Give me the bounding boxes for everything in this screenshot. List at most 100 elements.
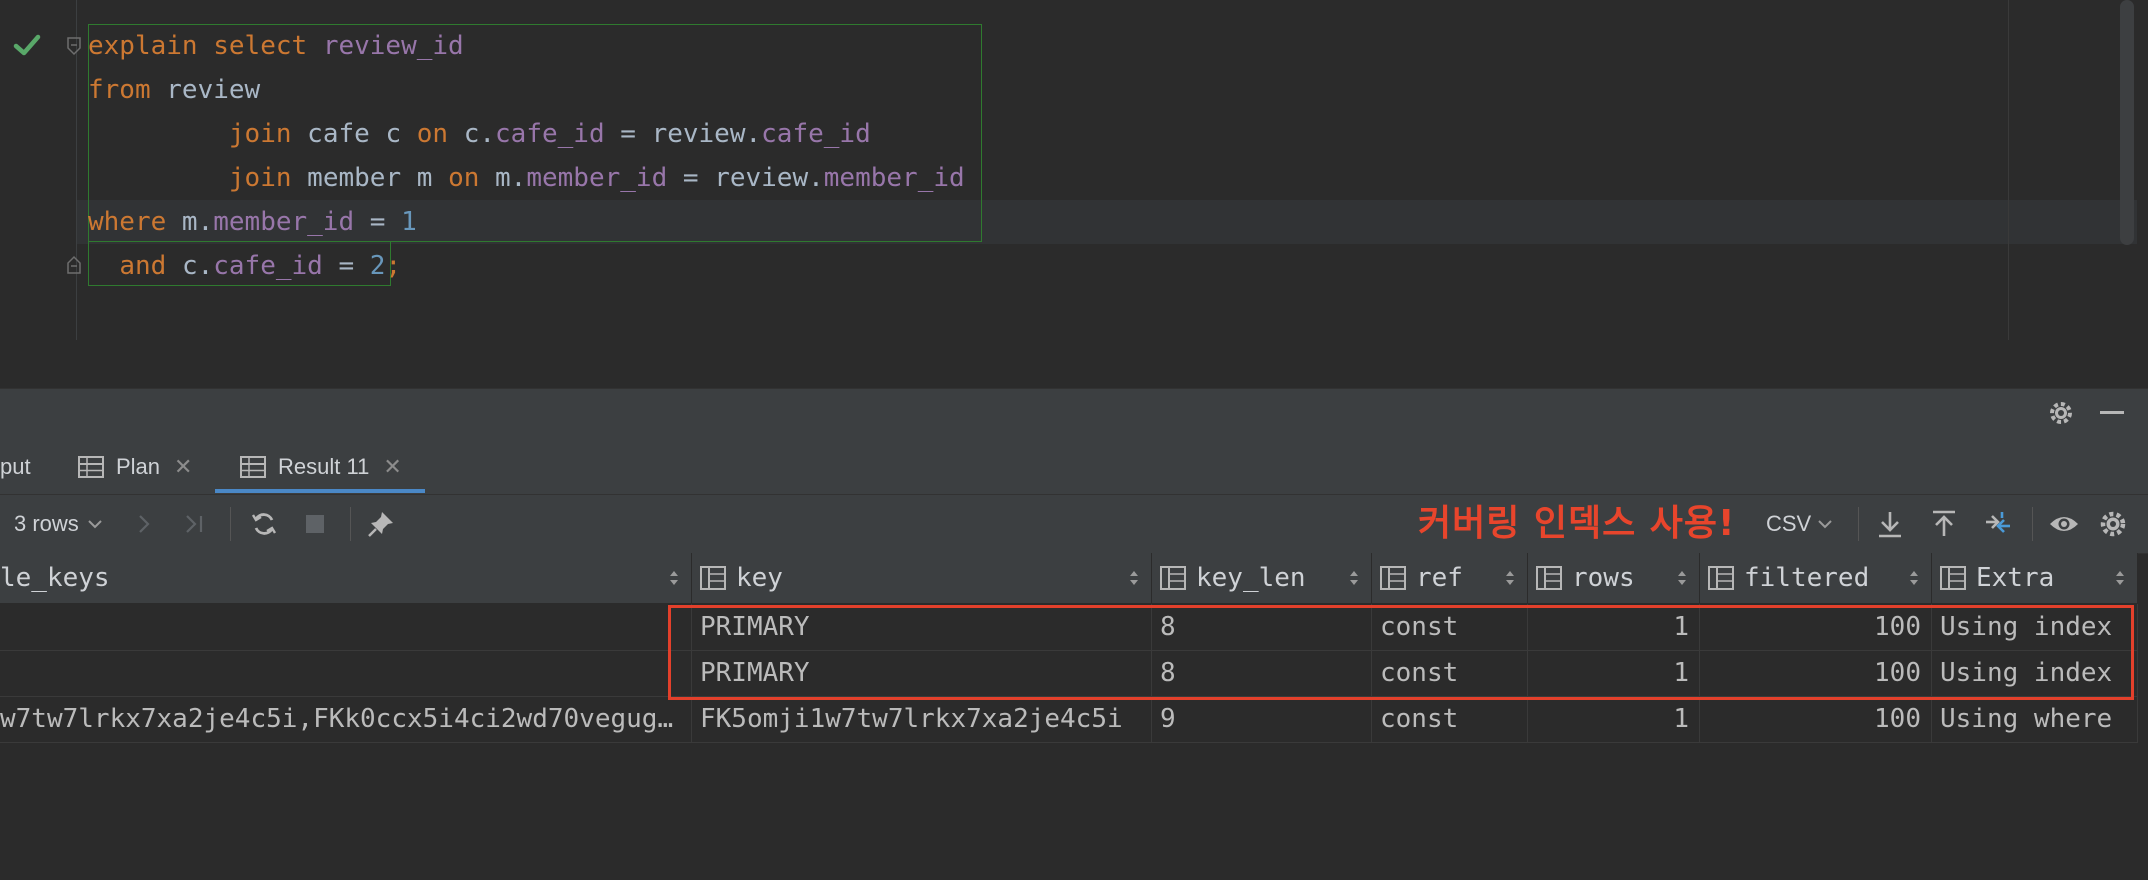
tab-output[interactable]: put <box>0 440 31 494</box>
code-token: c. <box>463 119 496 149</box>
result-toolbar: 3 rows CSV <box>0 495 2148 554</box>
gear-icon <box>2100 511 2126 537</box>
toolbar-separator <box>350 507 351 541</box>
chevron-down-icon <box>1818 520 1832 529</box>
column-icon <box>1708 566 1734 590</box>
upload-button[interactable] <box>1930 495 1958 553</box>
settings-button[interactable] <box>2098 495 2128 553</box>
code-token: = <box>354 207 402 237</box>
column-header-ref[interactable]: ref <box>1372 553 1528 603</box>
column-header-key[interactable]: key <box>692 553 1152 603</box>
annotation-text: 커버링 인덱스 사용! <box>1418 503 1736 544</box>
code-line[interactable]: and c.cafe_id = 2; <box>88 244 401 288</box>
code-token: where <box>88 207 182 237</box>
column-header-filtered[interactable]: filtered <box>1700 553 1932 603</box>
sort-icon[interactable] <box>2115 567 2125 589</box>
code-line[interactable]: where m.member_id = 1 <box>88 200 417 244</box>
table-cell[interactable]: 9 <box>1152 696 1372 742</box>
active-tab-indicator <box>215 489 425 493</box>
column-header-rows[interactable]: rows <box>1528 553 1700 603</box>
sort-icon[interactable] <box>1677 567 1687 589</box>
column-icon <box>1380 566 1406 590</box>
last-page-icon <box>186 515 203 533</box>
code-token: explain <box>88 31 214 61</box>
gear-icon[interactable] <box>2046 398 2076 428</box>
result-tabs: put Plan ✕ Result 11 ✕ <box>0 440 2148 495</box>
rows-count-dropdown[interactable]: 3 rows <box>14 495 103 553</box>
code-token: member_id <box>526 163 668 193</box>
column-header-label: le_keys <box>0 563 110 593</box>
sort-icon[interactable] <box>1129 567 1139 589</box>
column-header-key-len[interactable]: key_len <box>1152 553 1372 603</box>
code-token: = <box>322 251 370 281</box>
code-token: on <box>448 163 496 193</box>
rows-count-label: 3 rows <box>14 511 79 536</box>
column-icon <box>1160 566 1186 590</box>
refresh-button[interactable] <box>250 495 278 553</box>
sort-icon[interactable] <box>1349 567 1359 589</box>
code-token: m. <box>495 163 527 193</box>
eye-icon <box>2050 517 2078 531</box>
sort-icon[interactable] <box>1505 567 1515 589</box>
column-header-label: key <box>736 563 783 593</box>
compare-button[interactable] <box>1982 495 2014 553</box>
close-icon[interactable]: ✕ <box>174 454 192 480</box>
code-line[interactable]: explain select review_id <box>88 24 464 68</box>
table-cell[interactable]: Using where <box>1932 696 2138 742</box>
export-format-dropdown[interactable]: CSV <box>1766 495 1833 553</box>
tab-plan[interactable]: Plan ✕ <box>78 440 192 494</box>
view-button[interactable] <box>2048 495 2080 553</box>
column-header-label: filtered <box>1744 563 1870 593</box>
column-icon <box>1536 566 1562 590</box>
table-icon <box>240 456 266 478</box>
sort-icon[interactable] <box>1909 567 1919 589</box>
editor-scrollbar[interactable] <box>2120 0 2134 245</box>
code-token: cafe_id <box>213 251 323 281</box>
table-cell[interactable]: 100 <box>1700 696 1932 742</box>
code-line[interactable]: from review <box>88 68 260 112</box>
code-line[interactable]: join cafe c on c.cafe_id = review.cafe_i… <box>88 112 871 156</box>
table-cell[interactable] <box>0 650 692 696</box>
table-cell[interactable] <box>0 604 692 650</box>
column-header-extra[interactable]: Extra <box>1932 553 2138 603</box>
table-cell[interactable]: w7tw7lrkx7xa2je4c5i,FKk0ccx5i4ci2wd70veg… <box>0 696 692 742</box>
download-button[interactable] <box>1876 495 1904 553</box>
table-icon <box>78 456 104 478</box>
code-token: member_id <box>213 207 355 237</box>
column-header-label: Extra <box>1976 563 2055 593</box>
table-cell[interactable]: const <box>1372 696 1528 742</box>
minimize-icon[interactable] <box>2100 411 2124 414</box>
tab-result[interactable]: Result 11 ✕ <box>240 440 402 494</box>
sql-editor[interactable]: explain select review_id from review join… <box>0 0 2148 340</box>
code-token: ; <box>385 251 402 281</box>
tab-result-label: Result 11 <box>278 454 370 479</box>
toolbar-separator <box>230 507 231 541</box>
splitter[interactable] <box>0 340 2148 388</box>
next-page-button[interactable] <box>136 495 152 553</box>
code-token: join <box>228 119 308 149</box>
pin-tab-button[interactable] <box>366 495 396 553</box>
code-token: and <box>119 251 182 281</box>
table-row[interactable]: w7tw7lrkx7xa2je4c5i,FKk0ccx5i4ci2wd70veg… <box>0 696 2138 743</box>
stop-button[interactable] <box>304 495 326 553</box>
code-token: cafe c <box>307 119 417 149</box>
export-format-label: CSV <box>1766 511 1812 536</box>
table-cell[interactable]: FK5omji1w7tw7lrkx7xa2je4c5i <box>692 696 1152 742</box>
result-grid[interactable]: le_keys key key_len ref rows filtered Extra PR… <box>0 553 2138 880</box>
code-token: join <box>228 163 308 193</box>
last-page-button[interactable] <box>184 495 206 553</box>
grid-header: le_keys key key_len ref rows filtered Extra <box>0 553 2138 604</box>
annotation-highlight-box <box>668 605 2134 700</box>
services-header <box>0 388 2148 441</box>
code-token: = review. <box>667 163 824 193</box>
close-icon[interactable]: ✕ <box>383 454 401 480</box>
table-cell[interactable]: 1 <box>1528 696 1700 742</box>
column-header-le-keys[interactable]: le_keys <box>0 553 692 603</box>
upload-icon <box>1933 510 1955 536</box>
code-line[interactable]: join member m on m.member_id = review.me… <box>88 156 965 200</box>
fold-start-icon[interactable] <box>66 36 82 56</box>
right-margin-guide <box>2008 0 2009 340</box>
sort-icon[interactable] <box>669 567 679 589</box>
fold-end-icon[interactable] <box>66 255 82 275</box>
column-icon <box>700 566 726 590</box>
